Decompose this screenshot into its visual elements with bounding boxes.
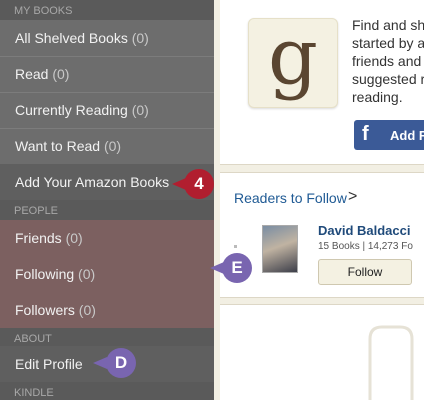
reader-name-link[interactable]: David Baldacci	[318, 223, 411, 238]
chevron-right-icon[interactable]: >	[348, 188, 357, 206]
sidebar-item-read[interactable]: Read (0)	[0, 56, 214, 93]
goodreads-logo: g	[248, 13, 338, 108]
sidebar-item-friends[interactable]: Friends (0)	[0, 220, 214, 257]
find-friends-text: Find and sha started by a friends and f …	[352, 17, 424, 105]
follow-button[interactable]: Follow	[318, 259, 412, 285]
avatar[interactable]	[262, 225, 298, 273]
sidebar-item-currently-reading[interactable]: Currently Reading (0)	[0, 92, 214, 129]
book-icon	[368, 325, 414, 400]
callout-e: E	[222, 253, 252, 283]
sidebar-item-label: Friends (0)	[15, 230, 83, 246]
readers-to-follow-link[interactable]: Readers to Follow	[234, 190, 347, 206]
logo-letter: g	[268, 12, 318, 102]
sidebar-item-label: Want to Read (0)	[15, 138, 122, 154]
sidebar-item-label: Edit Profile	[15, 356, 83, 372]
section-header-my-books: MY BOOKS	[0, 0, 214, 20]
sidebar-item-label: Following (0)	[15, 266, 96, 282]
main-content: g Find and sha started by a friends and …	[214, 0, 424, 400]
sidebar-item-label: Currently Reading (0)	[15, 102, 149, 118]
callout-d-arrow	[93, 357, 107, 369]
sidebar-item-label: Read (0)	[15, 66, 70, 82]
indicator-dot	[234, 245, 237, 248]
bottom-card	[220, 304, 424, 400]
facebook-icon: f	[362, 123, 369, 145]
reader-stats: 15 Books | 14,273 Fo	[318, 241, 413, 252]
find-friends-card: g Find and sha started by a friends and …	[220, 0, 424, 165]
section-header-about: ABOUT	[0, 328, 214, 348]
sidebar-item-label: All Shelved Books (0)	[15, 30, 149, 46]
sidebar-item-followers[interactable]: Followers (0)	[0, 292, 214, 329]
add-facebook-friends-button[interactable]: f Add Fri	[354, 120, 424, 150]
sidebar-item-all-shelved-books[interactable]: All Shelved Books (0)	[0, 20, 214, 57]
sidebar-item-label: Followers (0)	[15, 302, 96, 318]
sidebar: MY BOOKS All Shelved Books (0) Read (0) …	[0, 0, 214, 400]
sidebar-item-label: Add Your Amazon Books	[15, 174, 170, 190]
readers-to-follow-card: Readers to Follow > David Baldacci 15 Bo…	[220, 172, 424, 298]
callout-d: D	[106, 348, 136, 378]
callout-4: 4	[184, 169, 214, 199]
section-header-kindle: KINDLE	[0, 382, 214, 400]
sidebar-item-following[interactable]: Following (0)	[0, 256, 214, 293]
facebook-button-label: Add Fri	[390, 128, 424, 143]
sidebar-item-want-to-read[interactable]: Want to Read (0)	[0, 128, 214, 165]
section-header-people: PEOPLE	[0, 200, 214, 220]
